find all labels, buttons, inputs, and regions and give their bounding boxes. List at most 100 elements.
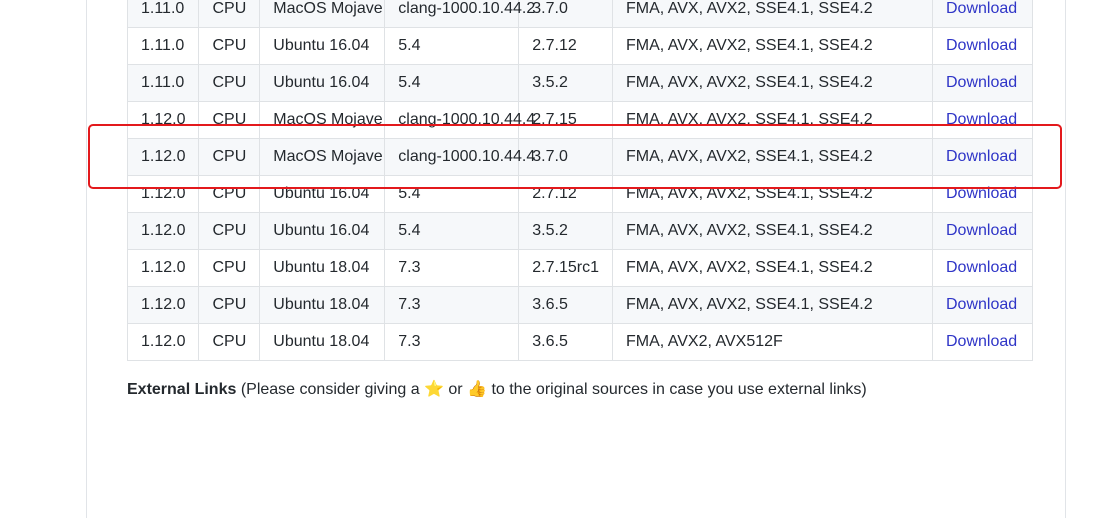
cell-extensions: FMA, AVX, AVX2, SSE4.1, SSE4.2	[611, 0, 933, 28]
cell-extensions: FMA, AVX, AVX2, SSE4.1, SSE4.2	[611, 64, 933, 102]
cell-device-text: CPU	[212, 185, 247, 202]
cell-version: 1.11.0	[126, 64, 200, 102]
cell-download: Download	[931, 323, 1033, 361]
cell-os: Ubuntu 16.04	[259, 175, 386, 213]
cell-download: Download	[931, 212, 1033, 250]
cell-compiler-text: 7.3	[398, 333, 421, 350]
cell-compiler: 7.3	[384, 286, 520, 324]
download-link[interactable]: Download	[946, 222, 1017, 239]
cell-device-text: CPU	[212, 148, 247, 165]
cell-compiler: 5.4	[384, 175, 520, 213]
cell-os-text: Ubuntu 16.04	[273, 37, 370, 54]
cell-os: MacOS Mojave	[259, 0, 386, 28]
cell-download: Download	[931, 101, 1033, 139]
cell-download: Download	[931, 249, 1033, 287]
cell-device: CPU	[198, 212, 261, 250]
table-row: 1.11.0 CPU Ubuntu 16.04 5.4 2.7.12 FMA, AVX, …	[126, 27, 1033, 65]
cell-os-text: MacOS Mojave	[273, 0, 383, 17]
table-row: 1.12.0 CPU Ubuntu 18.04 7.3 3.6.5 FMA, AVX, A…	[126, 286, 1033, 324]
external-links-note: External Links (Please consider giving a…	[127, 380, 867, 400]
download-link[interactable]: Download	[946, 333, 1017, 350]
cell-os: Ubuntu 18.04	[259, 323, 386, 361]
cell-download: Download	[931, 175, 1033, 213]
cell-python: 2.7.15	[518, 101, 613, 139]
download-link[interactable]: Download	[946, 259, 1017, 276]
cell-extensions: FMA, AVX, AVX2, SSE4.1, SSE4.2	[611, 249, 933, 287]
cell-compiler-text: clang-1000.10.44.4	[398, 111, 536, 128]
table-row: 1.12.0 CPU MacOS Mojave clang-1000.10.44.4 2…	[126, 101, 1033, 139]
cell-compiler-text: 5.4	[398, 37, 421, 54]
cell-version-text: 1.11.0	[141, 0, 185, 17]
cell-compiler: 5.4	[384, 212, 520, 250]
cell-device: CPU	[198, 0, 261, 28]
cell-os: Ubuntu 16.04	[259, 64, 386, 102]
cell-extensions-text: FMA, AVX, AVX2, SSE4.1, SSE4.2	[625, 296, 873, 313]
cell-extensions-text: FMA, AVX, AVX2, SSE4.1, SSE4.2	[625, 259, 873, 276]
external-links-heading: External Links	[127, 381, 237, 398]
cell-os-text: Ubuntu 16.04	[273, 185, 370, 202]
cell-extensions-text: FMA, AVX2, AVX512F	[625, 333, 783, 350]
download-link[interactable]: Download	[946, 37, 1017, 54]
cell-extensions: FMA, AVX, AVX2, SSE4.1, SSE4.2	[611, 138, 933, 176]
cell-version: 1.12.0	[126, 286, 200, 324]
download-link[interactable]: Download	[946, 74, 1017, 91]
cell-device-text: CPU	[212, 37, 247, 54]
download-link[interactable]: Download	[946, 296, 1017, 313]
table-row: 1.12.0 CPU Ubuntu 18.04 7.3 2.7.15rc1 FMA, AV…	[126, 249, 1033, 287]
cell-os-text: Ubuntu 16.04	[273, 222, 370, 239]
cell-python: 3.5.2	[518, 64, 613, 102]
cell-extensions-text: FMA, AVX, AVX2, SSE4.1, SSE4.2	[625, 74, 873, 91]
builds-table-body: 1.11.0 CPU MacOS Mojave clang-1000.10.44.2 3…	[126, 0, 1033, 361]
cell-compiler: clang-1000.10.44.2	[384, 0, 535, 28]
cell-python-text: 2.7.15rc1	[532, 259, 599, 276]
table-row: 1.12.0 CPU Ubuntu 16.04 5.4 3.5.2 FMA, AVX, A…	[126, 212, 1033, 250]
cell-device-text: CPU	[212, 222, 247, 239]
table-row: 1.12.0 CPU Ubuntu 18.04 7.3 3.6.5 FMA, AVX2, …	[126, 323, 1033, 361]
cell-extensions-text: FMA, AVX, AVX2, SSE4.1, SSE4.2	[625, 148, 873, 165]
cell-compiler: 5.4	[384, 27, 520, 65]
cell-download: Download	[931, 27, 1033, 65]
cell-version-text: 1.12.0	[141, 259, 186, 276]
cell-version: 1.11.0	[126, 0, 200, 28]
external-links-text-after: to the original sources in case you use …	[487, 381, 867, 398]
cell-device-text: CPU	[212, 296, 247, 313]
cell-extensions-text: FMA, AVX, AVX2, SSE4.1, SSE4.2	[625, 222, 873, 239]
download-link[interactable]: Download	[946, 185, 1017, 202]
cell-python-text: 2.7.15	[532, 111, 577, 128]
table-row: 1.11.0 CPU MacOS Mojave clang-1000.10.44.2 3…	[126, 0, 1033, 28]
table-row: 1.12.0 CPU Ubuntu 16.04 5.4 2.7.12 FMA, AVX, …	[126, 175, 1033, 213]
cell-os: Ubuntu 18.04	[259, 249, 386, 287]
cell-compiler-text: 5.4	[398, 74, 421, 91]
cell-version: 1.11.0	[126, 27, 200, 65]
cell-device: CPU	[198, 286, 261, 324]
cell-os: MacOS Mojave	[259, 101, 386, 139]
cell-compiler-text: 5.4	[398, 185, 421, 202]
cell-compiler-text: clang-1000.10.44.2	[398, 0, 536, 17]
cell-python-text: 3.6.5	[532, 333, 568, 350]
cell-os: Ubuntu 16.04	[259, 212, 386, 250]
cell-version-text: 1.12.0	[141, 333, 186, 350]
download-link[interactable]: Download	[946, 0, 1017, 17]
cell-device-text: CPU	[212, 111, 247, 128]
cell-python: 3.5.2	[518, 212, 613, 250]
cell-version: 1.12.0	[126, 101, 200, 139]
cell-version: 1.12.0	[126, 249, 200, 287]
cell-version-text: 1.12.0	[141, 296, 186, 313]
cell-python-text: 3.5.2	[532, 74, 568, 91]
cell-version: 1.12.0	[126, 138, 200, 176]
cell-device-text: CPU	[212, 74, 247, 91]
cell-python: 3.6.5	[518, 286, 613, 324]
star-icon: ⭐	[424, 381, 444, 398]
download-link[interactable]: Download	[946, 148, 1017, 165]
cell-os: Ubuntu 16.04	[259, 27, 386, 65]
cell-os: MacOS Mojave	[259, 138, 386, 176]
cell-python-text: 2.7.12	[532, 185, 577, 202]
cell-device: CPU	[198, 175, 261, 213]
cell-extensions: FMA, AVX, AVX2, SSE4.1, SSE4.2	[611, 27, 933, 65]
cell-python-text: 3.5.2	[532, 222, 568, 239]
cell-python-text: 2.7.12	[532, 37, 577, 54]
cell-version-text: 1.11.0	[141, 37, 185, 54]
cell-os-text: Ubuntu 18.04	[273, 296, 370, 313]
cell-device: CPU	[198, 101, 261, 139]
download-link[interactable]: Download	[946, 111, 1017, 128]
